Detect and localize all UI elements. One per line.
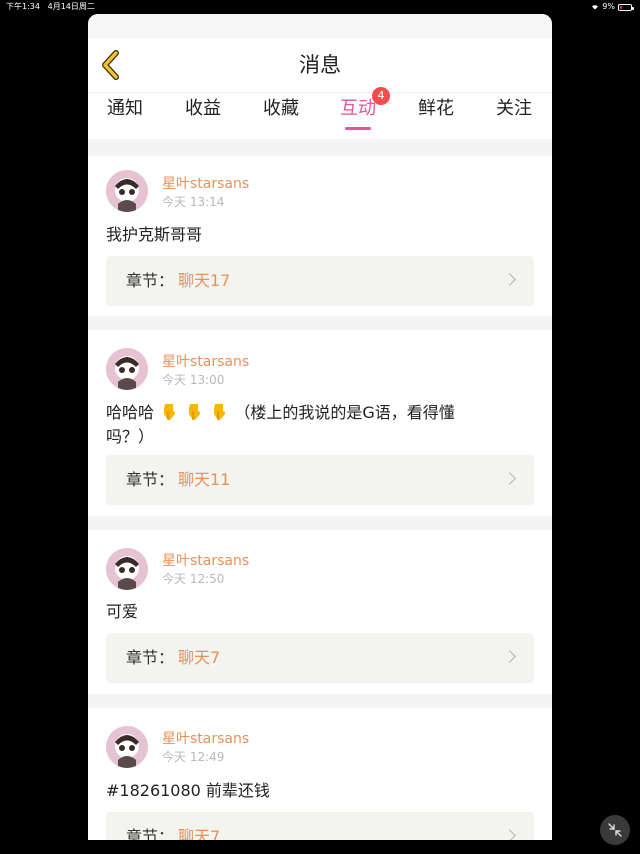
tab-following[interactable]: 关注 [496, 96, 532, 122]
tab-active-indicator [345, 127, 371, 130]
tab-bar: 通知 收益 收藏 互动 4 鲜花 关注 [88, 87, 552, 139]
nav-bar: 消息 [88, 38, 552, 93]
point-down-icon [189, 404, 201, 420]
avatar-image [106, 548, 148, 590]
user-name[interactable]: 星叶starsans [162, 552, 249, 570]
message-card: 星叶starsans 今天 13:00 哈哈哈 （楼上的我说的是G语，看得懂 吗… [88, 330, 552, 516]
message-text-start: 哈哈哈 [106, 403, 155, 422]
message-text-rest: （楼上的我说的是G语，看得懂 [234, 403, 455, 422]
chevron-right-icon [503, 273, 516, 286]
message-time: 今天 13:00 [162, 373, 225, 387]
message-time: 今天 13:14 [162, 195, 225, 209]
user-name[interactable]: 星叶starsans [162, 353, 249, 371]
avatar[interactable] [106, 548, 148, 590]
tab-earnings[interactable]: 收益 [185, 96, 221, 122]
chevron-right-icon [503, 650, 516, 663]
avatar-image [106, 726, 148, 768]
message-time: 今天 12:50 [162, 572, 225, 586]
point-down-icon [164, 404, 176, 420]
avatar-image [106, 348, 148, 390]
tab-flowers[interactable]: 鲜花 [418, 96, 454, 122]
page-title: 消息 [299, 53, 341, 77]
tab-interactions-label: 互动 [340, 98, 376, 119]
chapter-name: 聊天17 [178, 271, 231, 290]
user-name[interactable]: 星叶starsans [162, 730, 249, 748]
chapter-link[interactable]: 章节： 聊天17 [106, 256, 534, 306]
message-text: 我护克斯哥哥 [106, 225, 203, 244]
avatar[interactable] [106, 348, 148, 390]
avatar[interactable] [106, 726, 148, 768]
tab-badge: 4 [372, 87, 390, 105]
collapse-arrows-icon [608, 823, 622, 837]
chapter-name: 聊天11 [178, 470, 231, 489]
avatar[interactable] [106, 170, 148, 212]
chapter-link[interactable]: 章节： 聊天7 [106, 633, 534, 683]
message-text: 可爱 [106, 602, 139, 621]
message-time: 今天 12:49 [162, 750, 225, 764]
tab-favorites[interactable]: 收藏 [263, 96, 299, 122]
message-sheet: 消息 通知 收益 收藏 互动 4 鲜花 关注 星叶starsans 今天 13:… [88, 14, 552, 840]
chevron-right-icon [503, 472, 516, 485]
avatar-image [106, 170, 148, 212]
chapter-prefix: 章节： [126, 648, 175, 667]
chapter-link[interactable]: 章节： 聊天7 [106, 812, 534, 840]
tab-notifications[interactable]: 通知 [107, 96, 143, 122]
status-indicators: 9% [591, 0, 634, 14]
chapter-prefix: 章节： [126, 470, 175, 489]
chapter-prefix: 章节： [126, 827, 175, 840]
collapse-button[interactable] [600, 815, 630, 845]
message-text: 哈哈哈 （楼上的我说的是G语，看得懂 吗？） [106, 401, 506, 449]
tab-interactions[interactable]: 互动 4 [340, 87, 390, 130]
status-time: 下午1:34 [6, 2, 40, 11]
message-card: 星叶starsans 今天 13:14 我护克斯哥哥 章节： 聊天17 [88, 156, 552, 316]
user-name[interactable]: 星叶starsans [162, 175, 249, 193]
chapter-name: 聊天7 [178, 648, 221, 667]
wifi-icon [592, 5, 599, 10]
battery-percent: 9% [602, 2, 615, 11]
sheet-top-strip [88, 14, 552, 38]
message-text-line2: 吗？） [106, 427, 155, 446]
status-date: 4月14日周二 [47, 2, 95, 11]
message-card: 星叶starsans 今天 12:50 可爱 章节： 聊天7 [88, 530, 552, 694]
chapter-prefix: 章节： [126, 271, 175, 290]
chapter-link[interactable]: 章节： 聊天11 [106, 455, 534, 505]
status-time-date: 下午1:34 4月14日周二 [6, 0, 95, 14]
battery-icon [618, 3, 634, 11]
chevron-right-icon [503, 829, 516, 840]
message-card: 星叶starsans 今天 12:49 #18261080 前辈还钱 章节： 聊… [88, 708, 552, 840]
status-bar: 下午1:34 4月14日周二 9% [0, 0, 640, 14]
point-down-icon [214, 404, 226, 420]
message-text: #18261080 前辈还钱 [106, 781, 270, 800]
chapter-name: 聊天7 [178, 827, 221, 840]
